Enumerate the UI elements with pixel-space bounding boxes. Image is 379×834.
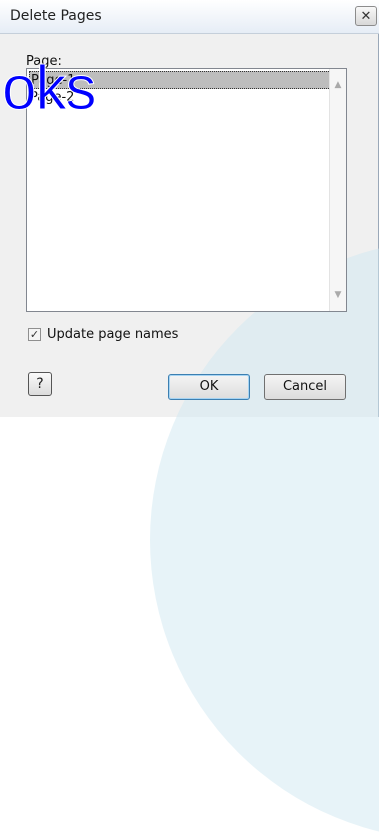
dialog-title: Delete Pages bbox=[10, 8, 102, 24]
delete-pages-dialog: Delete Pages ✕ Page: Page-1 Page-2 ▲ ▼ o… bbox=[0, 0, 379, 834]
scroll-up-icon[interactable]: ▲ bbox=[330, 77, 346, 93]
cancel-button[interactable]: Cancel bbox=[264, 374, 346, 400]
update-page-names-checkbox[interactable]: ✓ bbox=[28, 328, 41, 341]
help-button[interactable]: ? bbox=[28, 372, 52, 396]
close-button[interactable]: ✕ bbox=[355, 6, 377, 26]
help-icon: ? bbox=[36, 376, 44, 392]
list-item-label: Page-2 bbox=[30, 90, 75, 105]
scroll-down-icon[interactable]: ▼ bbox=[330, 287, 346, 303]
close-icon: ✕ bbox=[360, 8, 372, 24]
title-bar: Delete Pages ✕ bbox=[0, 0, 379, 34]
list-item-page-1[interactable]: Page-1 bbox=[29, 71, 333, 89]
page-label: Page: bbox=[26, 54, 62, 69]
background-decoration bbox=[150, 240, 379, 834]
ok-button[interactable]: OK bbox=[168, 374, 250, 400]
page-listbox[interactable]: Page-1 Page-2 ▲ ▼ bbox=[26, 68, 347, 312]
update-page-names-option[interactable]: ✓ Update page names bbox=[28, 327, 178, 342]
list-item-label: Page-1 bbox=[31, 73, 76, 88]
vertical-scrollbar[interactable]: ▲ ▼ bbox=[329, 69, 346, 311]
update-page-names-label[interactable]: Update page names bbox=[47, 327, 178, 342]
list-item-page-2[interactable]: Page-2 bbox=[29, 89, 74, 107]
